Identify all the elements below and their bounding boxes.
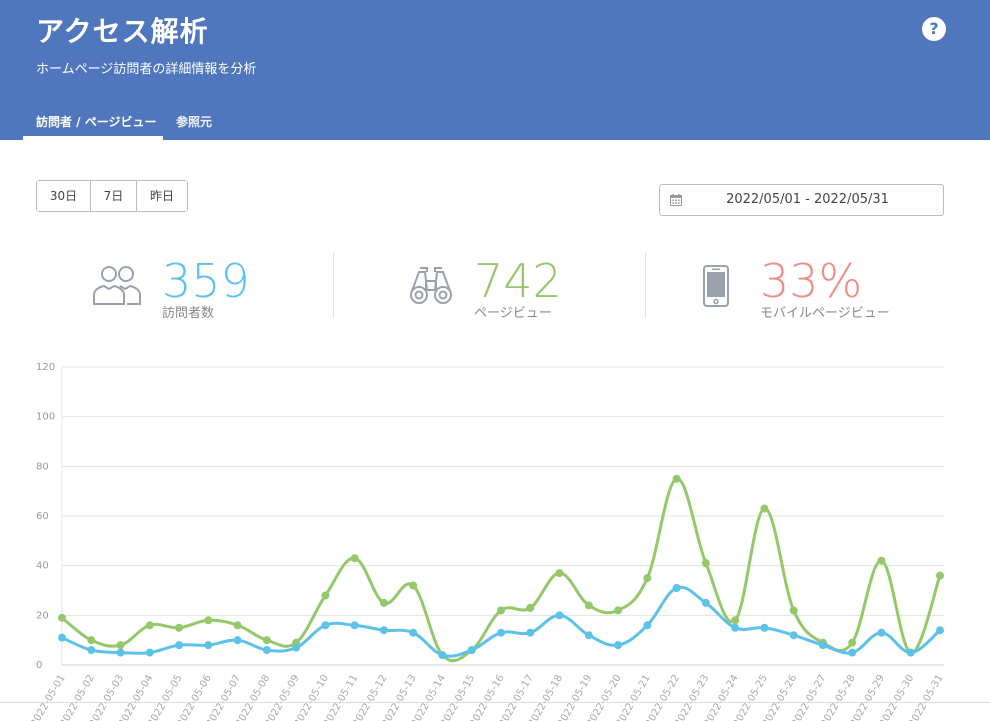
data-point-0[interactable] [262, 636, 271, 645]
range-yesterday-button[interactable]: 昨日 [137, 181, 187, 211]
data-point-0[interactable] [672, 474, 681, 483]
visitors-label: 訪問者数 [162, 306, 215, 321]
series-line-1 [61, 585, 941, 658]
y-tick-label: 40 [36, 561, 49, 572]
data-point-1[interactable] [526, 628, 535, 637]
data-point-1[interactable] [292, 643, 301, 652]
data-point-1[interactable] [731, 623, 740, 632]
data-point-0[interactable] [321, 591, 330, 600]
mobile-percentage: 33% [760, 254, 863, 308]
data-point-0[interactable] [204, 616, 213, 625]
page-header: アクセス解析 ホームページ訪問者の詳細情報を分析 ? 訪問者 / ページビュー … [0, 0, 990, 140]
data-point-1[interactable] [58, 633, 66, 642]
y-tick-label: 60 [36, 511, 49, 522]
page-title: アクセス解析 [36, 15, 209, 48]
data-point-0[interactable] [643, 574, 652, 583]
data-point-1[interactable] [409, 628, 418, 637]
data-point-0[interactable] [701, 559, 710, 568]
data-point-1[interactable] [584, 631, 593, 640]
data-point-1[interactable] [789, 631, 798, 640]
data-point-1[interactable] [321, 621, 330, 630]
data-point-1[interactable] [614, 641, 623, 650]
data-point-1[interactable] [701, 598, 710, 607]
data-point-0[interactable] [789, 606, 798, 615]
data-point-1[interactable] [467, 646, 476, 655]
data-point-0[interactable] [555, 569, 564, 578]
access-line-chart: 0204060801001202022-05-012022-05-022022-… [29, 362, 946, 721]
data-point-0[interactable] [409, 581, 418, 590]
data-point-1[interactable] [204, 641, 213, 650]
data-point-0[interactable] [877, 556, 886, 565]
mobile-label: モバイルページビュー [760, 306, 890, 321]
data-point-1[interactable] [233, 636, 242, 645]
y-tick-label: 120 [36, 362, 55, 373]
y-tick-label: 80 [36, 461, 49, 472]
page-subtitle: ホームページ訪問者の詳細情報を分析 [36, 62, 257, 77]
data-point-0[interactable] [497, 606, 505, 615]
help-icon[interactable]: ? [922, 17, 946, 41]
mobile-icon [703, 265, 729, 307]
y-tick-label: 100 [36, 412, 55, 423]
tab-visitors-pageviews[interactable]: 訪問者 / ページビュー [36, 113, 157, 130]
data-point-1[interactable] [760, 623, 769, 632]
range-30days-button[interactable]: 30日 [37, 181, 91, 211]
data-point-1[interactable] [175, 641, 184, 650]
pageviews-label: ページビュー [474, 306, 552, 321]
data-point-1[interactable] [906, 648, 915, 657]
data-point-1[interactable] [848, 648, 857, 657]
data-point-0[interactable] [87, 636, 96, 645]
data-point-1[interactable] [116, 648, 125, 657]
data-point-0[interactable] [116, 641, 125, 650]
binoculars-icon [410, 267, 452, 304]
data-point-0[interactable] [848, 638, 857, 647]
data-point-0[interactable] [936, 571, 944, 580]
data-point-0[interactable] [731, 616, 740, 625]
stat-divider [333, 252, 334, 318]
data-point-1[interactable] [555, 611, 564, 620]
stat-divider [645, 252, 646, 318]
data-point-0[interactable] [584, 601, 593, 610]
data-point-0[interactable] [379, 598, 388, 607]
y-tick-label: 20 [36, 610, 49, 621]
bottom-divider [0, 702, 990, 703]
data-point-1[interactable] [818, 641, 827, 650]
active-tab-indicator [23, 136, 163, 140]
visitors-count: 359 [162, 254, 250, 308]
data-point-1[interactable] [87, 646, 96, 655]
date-range-text: 2022/05/01 - 2022/05/31 [726, 192, 889, 207]
data-point-1[interactable] [643, 621, 652, 630]
data-point-1[interactable] [497, 628, 505, 637]
tab-referrers[interactable]: 参照元 [176, 113, 212, 130]
pageviews-count: 742 [474, 254, 562, 308]
data-point-0[interactable] [145, 621, 154, 630]
data-point-0[interactable] [350, 554, 359, 563]
data-point-1[interactable] [379, 626, 388, 635]
y-tick-label: 0 [36, 660, 42, 671]
data-point-1[interactable] [936, 626, 944, 635]
range-button-group: 30日 7日 昨日 [36, 180, 188, 212]
data-point-0[interactable] [760, 504, 769, 513]
data-point-0[interactable] [175, 623, 184, 632]
range-7days-button[interactable]: 7日 [91, 181, 137, 211]
x-tick-label: 2022-05-01 [29, 673, 68, 721]
data-point-0[interactable] [614, 606, 623, 615]
data-point-1[interactable] [877, 628, 886, 637]
data-point-0[interactable] [526, 603, 535, 612]
data-point-1[interactable] [672, 584, 681, 593]
date-range-picker[interactable]: 2022/05/01 - 2022/05/31 [659, 184, 944, 216]
data-point-1[interactable] [262, 646, 271, 655]
data-point-0[interactable] [58, 613, 66, 622]
data-point-0[interactable] [233, 621, 242, 630]
data-point-1[interactable] [438, 651, 447, 660]
data-point-1[interactable] [145, 648, 154, 657]
users-icon [93, 266, 141, 305]
data-point-1[interactable] [350, 621, 359, 630]
